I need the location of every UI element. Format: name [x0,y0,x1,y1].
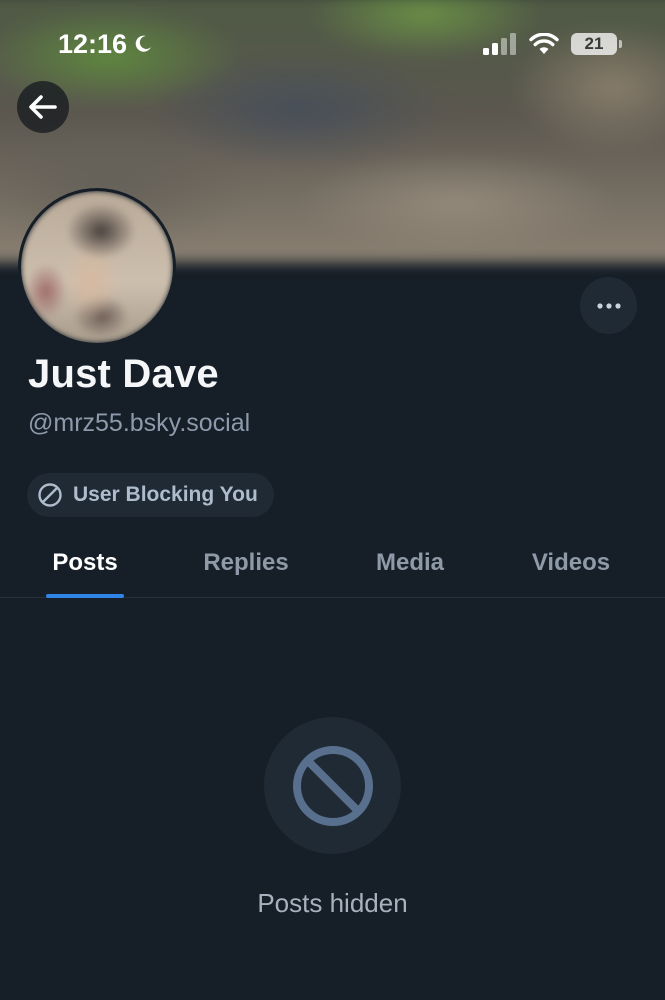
tab-videos-label: Videos [531,549,611,576]
tab-videos[interactable]: Videos [515,528,627,598]
active-tab-indicator [46,594,124,598]
arrow-left-icon [29,95,57,119]
status-indicators: 21 [483,33,622,55]
back-button[interactable] [17,81,69,133]
tab-posts-label: Posts [52,549,118,576]
blocking-status-label: User Blocking You [73,483,258,506]
tab-posts[interactable]: Posts [30,528,140,598]
moon-icon [135,35,152,52]
status-time: 12:16 [58,29,153,60]
block-icon [38,483,62,507]
avatar-image [21,191,173,343]
block-icon [292,745,373,826]
posts-hidden-icon-container [264,717,401,854]
cellular-signal-icon [483,33,516,55]
avatar[interactable] [18,188,176,346]
tab-media-label: Media [375,549,444,576]
blocking-status-badge: User Blocking You [27,473,274,517]
battery-level: 21 [584,34,604,53]
status-bar: 12:16 21 [0,0,665,90]
tab-replies[interactable]: Replies [186,528,306,598]
profile-handle: @mrz55.bsky.social [28,409,251,437]
more-options-button[interactable] [580,277,637,334]
wifi-icon [529,33,559,54]
profile-tabs: Posts Replies Media Videos [0,528,665,598]
battery-indicator: 21 [571,33,622,55]
status-time-label: 12:16 [58,28,128,59]
tab-media[interactable]: Media [355,528,465,598]
profile-display-name: Just Dave [28,352,219,396]
posts-hidden-message: Posts hidden [257,888,408,918]
ellipsis-icon [596,302,621,309]
tab-replies-label: Replies [203,549,289,576]
